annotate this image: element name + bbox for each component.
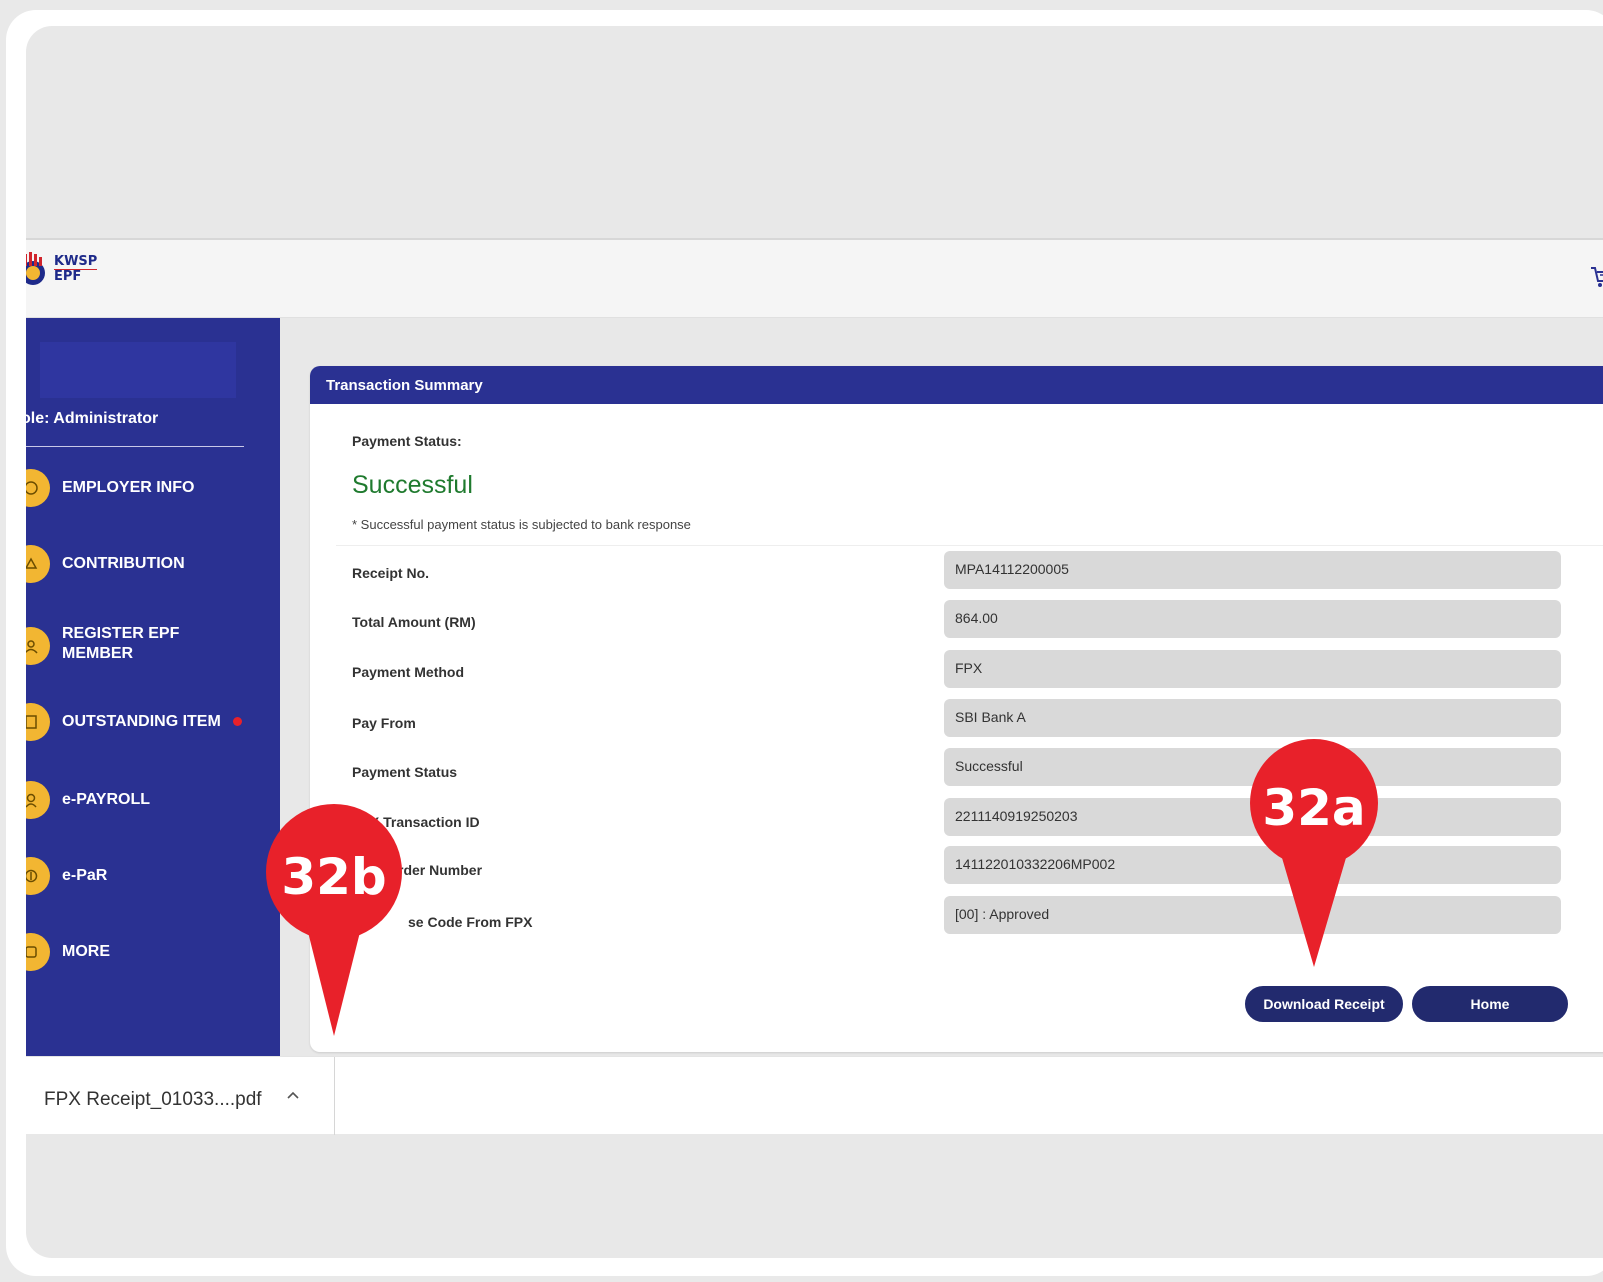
download-bar-divider: [334, 1057, 335, 1135]
outstanding-icon: [26, 703, 50, 741]
sidebar-item-contribution[interactable]: CONTRIBUTION: [26, 544, 280, 584]
sidebar-item-label: EMPLOYER INFO: [62, 479, 195, 496]
kwsp-logo[interactable]: KWSP EPF: [26, 252, 98, 286]
detail-row: Payment Status Successful: [310, 748, 1603, 788]
sidebar-item-label: REGISTER EPF MEMBER: [62, 624, 179, 664]
detail-label: se Code From FPX: [408, 914, 533, 930]
detail-value: FPX: [944, 650, 1561, 688]
contribution-icon: [26, 545, 50, 583]
sidebar-item-e-par[interactable]: e-PaR: [26, 856, 280, 896]
detail-row: FPX Transaction ID 2211140919250203: [310, 798, 1603, 838]
sidebar-item-employer-info[interactable]: EMPLOYER INFO: [26, 468, 280, 508]
register-member-icon: [26, 627, 50, 665]
transaction-summary-card: Transaction Summary Payment Status: Succ…: [310, 366, 1603, 1052]
logo-line-kwsp: KWSP: [54, 253, 98, 270]
download-receipt-button[interactable]: Download Receipt: [1243, 984, 1405, 1024]
downloaded-file-name[interactable]: FPX Receipt_01033....pdf: [44, 1089, 262, 1111]
detail-row: Total Amount (RM) 864.00: [310, 600, 1603, 640]
screenshot-frame: KWSP EPF ole: Administrator EMPLOYER INF…: [6, 10, 1603, 1276]
detail-label: rder Number: [398, 862, 483, 878]
sidebar-item-e-payroll[interactable]: e-PAYROLL: [26, 780, 280, 820]
payment-status-label: Payment Status:: [352, 433, 462, 449]
sidebar-item-label: e-PaR: [62, 867, 108, 884]
role-label: ole: Administrator: [26, 410, 159, 427]
chevron-up-icon[interactable]: [284, 1087, 302, 1105]
detail-row: se Code From FPX [00] : Approved: [310, 896, 1603, 936]
sidebar-item-label: OUTSTANDING ITEM: [62, 712, 242, 732]
detail-label: Payment Status: [352, 764, 458, 780]
outstanding-label: OUTSTANDING ITEM: [62, 713, 221, 730]
sidebar-item-more[interactable]: MORE: [26, 932, 280, 972]
kwsp-logo-icon: [26, 252, 45, 285]
sidebar-item-label-line2: MEMBER: [62, 645, 134, 662]
detail-value: 864.00: [944, 600, 1561, 638]
sidebar-item-label: CONTRIBUTION: [62, 555, 185, 572]
more-icon: [26, 933, 50, 971]
browser-viewport: KWSP EPF ole: Administrator EMPLOYER INF…: [26, 26, 1603, 1258]
detail-row: Payment Method FPX: [310, 650, 1603, 690]
sidebar-profile-area: [40, 342, 236, 398]
epar-icon: [26, 857, 50, 895]
detail-label: Payment Method: [352, 664, 465, 680]
payroll-icon: [26, 781, 50, 819]
detail-row: Pay From SBI Bank A: [310, 699, 1603, 739]
logo-line-epf: EPF: [54, 268, 82, 284]
section-divider: [336, 545, 1603, 546]
browser-download-bar: FPX Receipt_01033....pdf: [26, 1056, 1603, 1135]
sidebar-item-label: e-PAYROLL: [62, 791, 151, 808]
detail-row: Receipt No. MPA14112200005: [310, 551, 1603, 591]
detail-row: rder Number 141122010332206MP002: [310, 846, 1603, 886]
employer-icon: [26, 469, 50, 507]
cart-icon[interactable]: [1590, 264, 1603, 290]
map-pin-icon: [1250, 739, 1378, 967]
map-pin-icon: [266, 804, 402, 1036]
detail-label: Pay From: [352, 715, 416, 731]
home-button[interactable]: Home: [1410, 984, 1570, 1024]
sidebar-item-label: MORE: [62, 943, 110, 960]
payment-status-value: Successful: [352, 471, 473, 499]
card-title: Transaction Summary: [310, 366, 1603, 404]
sidebar-item-register-epf-member[interactable]: REGISTER EPF MEMBER: [26, 618, 280, 674]
payment-status-note: * Successful payment status is subjected…: [352, 517, 691, 532]
sidebar-item-outstanding-item[interactable]: OUTSTANDING ITEM: [26, 702, 280, 742]
app-header: KWSP EPF: [26, 240, 1603, 318]
sidebar-item-label-line1: REGISTER EPF: [62, 625, 180, 642]
logo-text: KWSP EPF: [54, 253, 98, 284]
marker-label-32a: 32a: [1262, 779, 1366, 837]
annotation-marker-32b: 32b: [266, 804, 402, 1036]
detail-value: MPA14112200005: [944, 551, 1561, 589]
sidebar: ole: Administrator EMPLOYER INFO CONTRIB…: [26, 318, 280, 1056]
role-divider: [26, 446, 244, 447]
annotation-marker-32a: 32a: [1250, 739, 1378, 967]
detail-label: Total Amount (RM): [352, 614, 476, 630]
detail-label: Receipt No.: [352, 565, 430, 581]
alert-dot: [232, 717, 242, 727]
marker-label-32b: 32b: [281, 848, 387, 906]
detail-value: SBI Bank A: [944, 699, 1561, 737]
